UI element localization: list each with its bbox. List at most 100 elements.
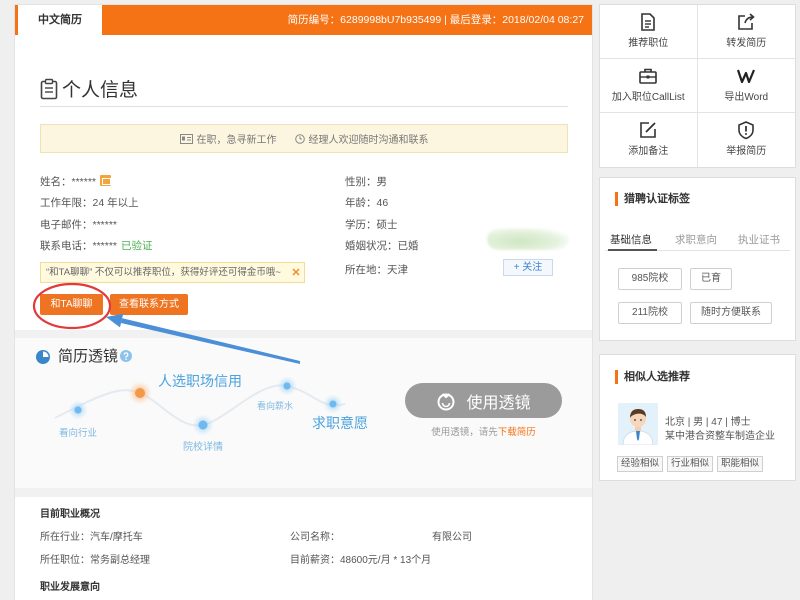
chat-button[interactable]: 和TA聊聊 <box>40 294 103 315</box>
field-marital-status: 婚姻状况：已婚 <box>345 238 419 254</box>
action-label: 转发简历 <box>726 38 767 49</box>
active-tab-indicator <box>608 249 657 251</box>
download-resume-link[interactable]: 下载简历 <box>498 427 536 438</box>
help-icon[interactable] <box>120 350 132 362</box>
page: 中文简历 简历编号：6289998bU7b935499 | 最后登录：2018/… <box>0 0 800 600</box>
resume-lens-section: 看向行业 人选职场信用 院校详情 看向薪水 求职意愿 简历透镜 使用透镜 使用透… <box>15 338 592 488</box>
field-education: 学历：硕士 <box>345 217 398 233</box>
career-overview-section: 目前职业概况 所在行业：汽车/摩托车 公司名称： 有限公司 所任职位：常务副总经… <box>15 497 592 600</box>
career-salary: 目前薪资：48600元/月 * 13个月 <box>290 555 432 566</box>
lens-node-dot <box>192 414 214 436</box>
lens-hint: 使用透镜，请先下载简历 <box>395 426 572 440</box>
pie-chart-icon <box>36 350 50 364</box>
career-industry: 所在行业：汽车/摩托车 <box>40 532 143 543</box>
add-note-button[interactable]: 添加备注 <box>600 113 698 167</box>
field-value: 24 年以上 <box>92 197 139 209</box>
tab-basic-info[interactable]: 基础信息 <box>610 232 652 248</box>
field-value: 46 <box>376 197 389 209</box>
tab-license[interactable]: 执业证书 <box>738 232 780 248</box>
use-lens-label: 使用透镜 <box>466 394 531 412</box>
field-value: 已婚 <box>397 240 419 252</box>
recommend-job-button[interactable]: 推荐职位 <box>600 5 698 59</box>
use-lens-button[interactable]: 使用透镜 <box>405 383 562 418</box>
similar-title: 相似人选推荐 <box>624 371 690 383</box>
follow-button[interactable]: + 关注 <box>503 259 553 276</box>
similar-candidate-info[interactable]: 北京 | 男 | 47 | 博士 <box>665 416 751 430</box>
field-label: 性别： <box>345 176 377 188</box>
similar-industry-button[interactable]: 行业相似 <box>667 456 713 472</box>
status-item: 经理人欢迎随时沟通和联系 <box>294 131 429 146</box>
field-value: ****** <box>71 176 97 188</box>
status-notice: 在职，急寻新工作 经理人欢迎随时沟通和联系 <box>40 124 568 153</box>
field-email: 电子邮件：****** <box>40 217 117 233</box>
field-work-years: 工作年限：24 年以上 <box>40 195 139 211</box>
tab-job-intent[interactable]: 求职意向 <box>675 232 717 248</box>
status-text: 在职，急寻新工作 <box>196 135 277 146</box>
id-card-icon <box>179 133 193 144</box>
field-label: 电子邮件： <box>40 219 93 231</box>
photo-icon[interactable] <box>100 175 112 186</box>
field-value: ****** <box>92 219 118 231</box>
action-label: 举报简历 <box>726 146 767 157</box>
career-company-value: 有限公司 <box>432 532 472 543</box>
chat-tip-text: “和TA聊聊” 不仅可以推荐职位，获得好评还可得金币哦~ <box>46 267 281 278</box>
field-value: 男 <box>376 176 388 188</box>
page-title: 个人信息 <box>62 80 139 101</box>
section-divider <box>15 488 592 497</box>
tab-chinese-resume[interactable]: 中文简历 <box>18 5 102 35</box>
cert-tag: 已育 <box>690 268 732 290</box>
action-label: 推荐职位 <box>628 38 669 49</box>
action-label: 导出Word <box>724 92 769 103</box>
lens-node-label: 人选职场信用 <box>158 373 242 389</box>
field-label: 姓名： <box>40 176 72 188</box>
export-word-button[interactable]: 导出Word <box>697 59 795 113</box>
resume-panel: 中文简历 简历编号：6289998bU7b935499 | 最后登录：2018/… <box>15 5 592 600</box>
lens-hint-text: 使用透镜，请先 <box>431 427 498 438</box>
forward-icon <box>738 13 755 30</box>
forward-resume-button[interactable]: 转发简历 <box>697 5 795 59</box>
clipboard-icon <box>40 78 58 100</box>
briefcase-icon <box>639 68 658 84</box>
verified-badge: 已验证 <box>121 240 153 252</box>
lens-node-label: 看向薪水 <box>257 400 293 411</box>
close-icon[interactable] <box>292 268 300 276</box>
recommend-icon <box>641 13 656 31</box>
lens-node-label: 看向行业 <box>59 427 97 439</box>
field-phone: 联系电话：****** 已验证 <box>40 238 153 254</box>
action-label: 添加备注 <box>628 146 669 157</box>
field-value: 硕士 <box>376 219 398 231</box>
title-accent-bar <box>615 192 618 206</box>
action-label: 加入职位CallList <box>611 92 685 103</box>
field-value: ****** <box>92 240 118 252</box>
field-label: 年龄： <box>345 197 377 209</box>
lens-node-label: 院校详情 <box>183 440 223 453</box>
resume-meta: 简历编号：6289998bU7b935499 | 最后登录：2018/02/04… <box>287 14 584 26</box>
report-resume-button[interactable]: 举报简历 <box>698 113 796 167</box>
field-label: 学历： <box>345 219 377 231</box>
lens-node-dot <box>68 400 88 420</box>
field-name: 姓名：****** <box>40 174 112 190</box>
similar-candidates-panel: 相似人选推荐 北京 | 男 | 47 | 博士 某中港合资整车制造企业 经验相似… <box>600 355 795 480</box>
field-label: 婚姻状况： <box>345 240 398 252</box>
lens-icon <box>437 392 455 410</box>
status-item: 在职，急寻新工作 <box>179 131 277 146</box>
similar-candidate-company: 某中港合资整车制造企业 <box>665 431 775 442</box>
status-text: 经理人欢迎随时沟通和联系 <box>308 135 429 146</box>
field-label: 所在地： <box>345 264 387 276</box>
title-divider <box>40 106 568 107</box>
lens-title: 简历透镜 <box>58 348 119 365</box>
similar-experience-button[interactable]: 经验相似 <box>617 456 663 472</box>
add-to-calllist-button[interactable]: 加入职位CallList <box>600 59 698 113</box>
career-intent-title: 职业发展意向 <box>40 582 100 593</box>
clock-icon <box>294 133 305 144</box>
field-label: 工作年限： <box>40 197 93 209</box>
field-gender: 性别：男 <box>345 174 387 190</box>
field-value: 天津 <box>387 264 408 276</box>
career-title: 目前职业概况 <box>40 509 100 520</box>
field-label: 联系电话： <box>40 240 93 252</box>
view-contact-button[interactable]: 查看联系方式 <box>110 294 188 315</box>
avatar[interactable] <box>618 403 658 445</box>
chat-tip: “和TA聊聊” 不仅可以推荐职位，获得好评还可得金币哦~ <box>40 262 305 283</box>
career-company-label: 公司名称： <box>290 532 340 543</box>
similar-function-button[interactable]: 职能相似 <box>717 456 763 472</box>
